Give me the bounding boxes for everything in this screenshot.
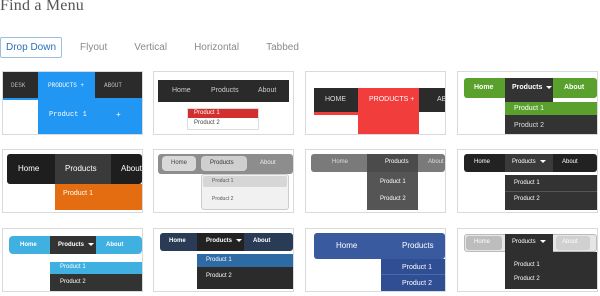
menu-item-home: Home [18, 164, 40, 173]
menu-item-home: Home [474, 159, 491, 165]
menu-item-home: Home [474, 84, 494, 91]
menu-item-home: Home [332, 159, 349, 165]
tab-drop-down[interactable]: Drop Down [0, 37, 63, 58]
dropdown-item-1: Product 1 [514, 262, 540, 268]
menu-item-home: DESK [11, 82, 26, 89]
menu-preview-3[interactable]: HOME PRODUCTS + AB [305, 71, 446, 135]
menu-preview-9[interactable]: Home Products About Product 1 Product 2 [2, 228, 143, 292]
menu-item-home: HOME [325, 96, 346, 103]
caret-down-icon [88, 242, 95, 246]
tab-tabbed[interactable]: Tabbed [266, 42, 299, 53]
menu-item-home: Home [336, 241, 358, 250]
menu-type-tabs: Drop Down Flyout Vertical Horizontal Tab… [0, 37, 326, 58]
menu-item-home: Home [169, 238, 186, 244]
page-title: Find a Menu [0, 0, 84, 14]
dropdown-item-1: Product 1 [194, 110, 220, 116]
menu-item-about: About [562, 159, 578, 165]
menu-item-home: Home [20, 242, 37, 248]
menu-preview-4[interactable]: Home Products About Product 1 Product 2 [457, 71, 598, 135]
dropdown-item-1: Product 1 [60, 264, 86, 270]
menu-preview-10[interactable]: Home Products About Product 1 Product 2 [153, 228, 294, 292]
dropdown-item-2: Product 2 [212, 196, 234, 202]
dropdown-item-1: Product 1 [380, 179, 406, 185]
menu-item-products: PRODUCTS + [369, 96, 415, 103]
accent-line [3, 98, 38, 100]
menu-item-about: About [428, 159, 444, 165]
dropdown-item-1: Product 1 [402, 264, 432, 271]
caret-down-icon [546, 85, 553, 89]
menu-item-home: Home [172, 87, 191, 94]
dropdown-item-1: Product 1 [206, 257, 232, 263]
menu-preview-8[interactable]: Home Products About Product 1 Product 2 [457, 149, 598, 213]
menu-preview-6[interactable]: Home Products About Product 1 Product 2 [153, 149, 294, 213]
menu-item-home: Home [474, 239, 491, 245]
tab-vertical[interactable]: Vertical [134, 42, 167, 53]
dropdown-panel [55, 184, 142, 210]
menu-item-about: ABOUT [104, 82, 123, 89]
dropdown-item-2: Product 2 [514, 196, 540, 202]
dropdown-item-2: Product 2 [402, 280, 432, 287]
dropdown-item-2: Product 2 [206, 273, 232, 279]
dropdown-item-2: Product 2 [514, 276, 540, 282]
menu-item-products: Products [211, 87, 239, 94]
dropdown-item-2: Product 2 [60, 279, 86, 285]
dropdown-item-2: Product 2 [380, 196, 406, 202]
dropdown-panel [367, 172, 418, 210]
dropdown-item-2: Product 2 [194, 120, 220, 126]
menu-item-products: Products [65, 164, 97, 173]
menu-preview-5[interactable]: Home Products About Product 1 [2, 149, 143, 213]
menu-item-about: AB [437, 96, 446, 103]
menu-preview-2[interactable]: Home Products About Product 1 Product 2 [153, 71, 294, 135]
dropdown-item-1: Product 1 [514, 105, 544, 112]
menu-item-home: Home [171, 160, 188, 166]
menu-item-products: Products [512, 159, 546, 165]
divider [505, 191, 597, 192]
menu-preview-1[interactable]: DESK PRODUCTS + ABOUT Product 1 + [2, 71, 143, 135]
menu-item-products: Products [210, 160, 234, 166]
menu-preview-7[interactable]: Home Products About Product 1 Product 2 [305, 149, 446, 213]
menu-item-products: Products [402, 241, 434, 250]
plus-icon: + [116, 110, 121, 119]
dropdown-item-1: Product 1 [63, 190, 93, 197]
menu-item-products-active [358, 88, 419, 134]
menu-item-products: Products [512, 239, 546, 245]
caret-down-icon [539, 239, 546, 243]
dropdown-item-1: Product 1 [212, 178, 234, 184]
menu-item-about: About [562, 239, 578, 245]
divider [381, 274, 445, 275]
menu-item-about: About [258, 87, 277, 94]
menu-preview-11[interactable]: Home Products Product 1 Product 2 [305, 228, 446, 292]
menu-item-products: PRODUCTS + [48, 82, 85, 89]
menu-item-products: Products [58, 242, 95, 248]
dropdown-item-2: Product 2 [514, 122, 544, 129]
accent-line [314, 112, 358, 115]
menu-item-about: About [564, 84, 585, 91]
tab-flyout[interactable]: Flyout [80, 42, 107, 53]
caret-down-icon [236, 238, 243, 242]
tab-horizontal[interactable]: Horizontal [194, 42, 239, 53]
menu-item-about: About [106, 242, 124, 248]
caret-down-icon [539, 159, 546, 163]
menu-item-about: About [121, 164, 142, 173]
menu-item-about: About [253, 238, 271, 244]
dropdown-item-1: Product 1 [514, 180, 540, 186]
menu-preview-12[interactable]: Home Products About Product 1 Product 2 [457, 228, 598, 292]
menu-item-products: Products [206, 238, 243, 244]
dropdown-item-1: Product 1 [49, 111, 87, 119]
menu-item-products: Products [512, 84, 553, 91]
menu-item-products: Products [385, 159, 409, 165]
menu-item-about: About [260, 160, 276, 166]
dropdown-panel [505, 252, 597, 289]
